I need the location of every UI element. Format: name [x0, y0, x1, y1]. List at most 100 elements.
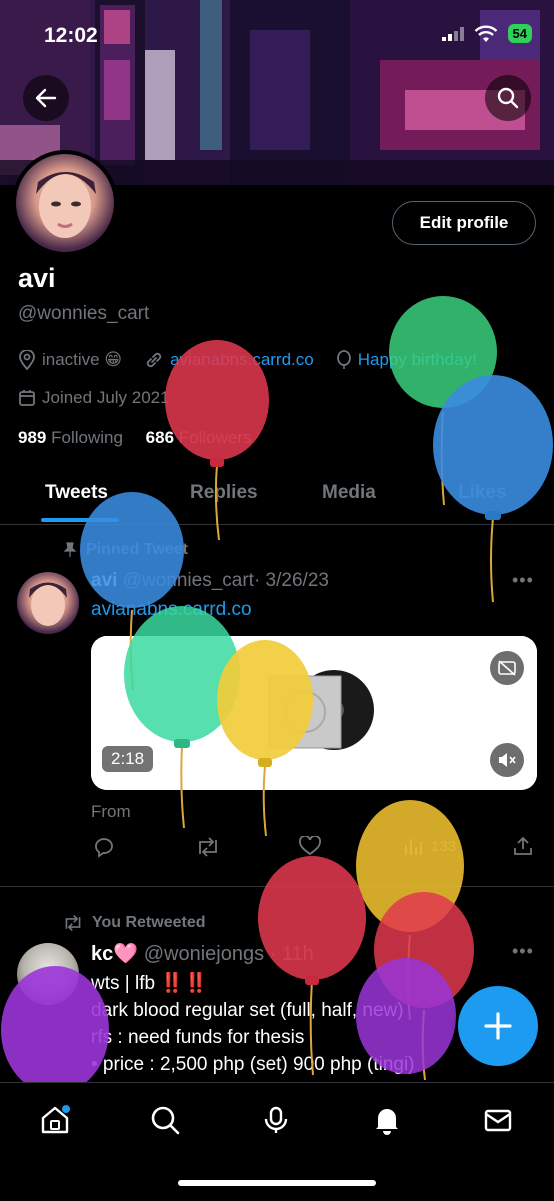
calendar-icon — [19, 390, 35, 406]
back-button[interactable] — [23, 75, 69, 121]
reply-icon — [95, 838, 113, 858]
location-pin-icon — [19, 350, 35, 370]
link-icon — [146, 352, 162, 368]
following-link[interactable]: 989 Following — [18, 428, 123, 447]
album-cover-image — [91, 636, 537, 790]
mute-button[interactable] — [490, 743, 524, 777]
retweet-line: rfs : need funds for thesis — [91, 1027, 305, 1048]
home-icon — [41, 1105, 70, 1134]
retweet-time[interactable]: · 11h — [270, 943, 314, 965]
retweet-line: wts | lfb ‼️‼️ — [91, 973, 208, 994]
search-icon — [497, 87, 519, 109]
edit-profile-button[interactable]: Edit profile — [392, 201, 536, 245]
retweet-author-avatar[interactable] — [17, 943, 79, 1005]
avatar-photo — [36, 172, 96, 238]
birthday-item: Happy birthday! — [336, 350, 477, 370]
retweet-body[interactable]: wts | lfb ‼️‼️ dark blood regular set (f… — [91, 970, 415, 1078]
website-item[interactable]: avianabns.carrd.co — [144, 350, 314, 370]
views-button[interactable]: 133 — [403, 836, 456, 856]
location-text: inactive 😁 — [42, 350, 123, 369]
video-duration: 2:18 — [102, 746, 154, 772]
nav-notifications[interactable] — [370, 1103, 404, 1137]
profile-avatar[interactable] — [12, 150, 118, 256]
following-count: 989 — [18, 428, 47, 447]
location-item: inactive 😁 — [18, 350, 122, 370]
retweet-author-name[interactable]: kc🩷 — [91, 943, 138, 965]
tab-tweets[interactable]: Tweets — [45, 482, 108, 504]
birthday-text: Happy birthday! — [357, 350, 477, 369]
back-arrow-icon — [35, 88, 57, 108]
share-icon — [514, 836, 532, 855]
header-search-button[interactable] — [485, 75, 531, 121]
tab-media[interactable]: Media — [322, 482, 376, 504]
joined-row: Joined July 2021 — [18, 388, 192, 408]
nav-home[interactable] — [38, 1103, 72, 1137]
profile-meta-row: inactive 😁 avianabns.carrd.co Happy birt… — [18, 350, 499, 370]
messages-icon — [484, 1109, 512, 1132]
compose-tweet-button[interactable] — [458, 986, 538, 1066]
tweet-actions: 133 — [91, 836, 537, 862]
active-tab-indicator — [41, 518, 119, 522]
tweet-more-button[interactable]: ••• — [512, 570, 534, 591]
tab-replies[interactable]: Replies — [190, 482, 258, 504]
tab-likes[interactable]: Likes — [458, 482, 507, 504]
heart-icon — [299, 836, 321, 856]
tweet-header: avi @wonnies_cart· 3/26/23 — [91, 570, 329, 592]
status-bar: 12:02 54 — [0, 22, 554, 52]
followers-link[interactable]: 686 Followers — [146, 428, 252, 447]
retweet-icon — [199, 837, 217, 857]
wifi-icon — [474, 25, 497, 42]
captions-button[interactable] — [490, 651, 524, 685]
followers-count: 686 — [145, 428, 175, 447]
profile-handle: @wonnies_cart — [18, 303, 150, 324]
pinned-tweet-context: Pinned Tweet — [62, 541, 188, 559]
cellular-signal-icon — [441, 26, 464, 41]
speaker-muted-icon — [499, 753, 516, 767]
followers-label: Followers — [178, 428, 252, 447]
captions-off-icon — [498, 660, 516, 676]
status-time: 12:02 — [44, 24, 98, 47]
profile-name: avi — [18, 263, 56, 293]
following-label: Following — [51, 428, 123, 447]
retweet-line: dark blood regular set (full, half, new) — [91, 1000, 404, 1021]
tweet-author-name[interactable]: avi — [91, 570, 117, 591]
video-source-label: From — [91, 802, 131, 821]
notifications-icon — [376, 1109, 398, 1135]
nav-search[interactable] — [148, 1103, 182, 1137]
tweet-avatar-photo — [29, 582, 67, 626]
retweet-context: You Retweeted — [62, 914, 206, 932]
retweeted-label: You Retweeted — [92, 914, 206, 931]
website-link[interactable]: avianabns.carrd.co — [170, 350, 314, 370]
retweet-line: • price : 2,500 php (set) 900 php (tingi… — [91, 1054, 415, 1075]
retweet-more-button[interactable]: ••• — [512, 941, 534, 962]
compose-plus-icon — [484, 1012, 512, 1040]
nav-spaces[interactable] — [259, 1103, 293, 1137]
joined-item: Joined July 2021 — [18, 388, 170, 408]
tweet-date[interactable]: · 3/26/23 — [254, 570, 329, 591]
follow-counts: 989 Following 686 Followers — [18, 428, 252, 448]
tweet-author-handle[interactable]: @wonnies_cart — [123, 570, 254, 591]
reply-button[interactable] — [93, 836, 115, 858]
tweet-avatar[interactable] — [17, 572, 79, 634]
spaces-icon — [264, 1106, 288, 1133]
balloon-icon — [336, 350, 351, 369]
pin-icon — [63, 542, 77, 557]
tweet-link[interactable]: avianabns.carrd.co — [91, 599, 252, 621]
search-icon — [151, 1106, 180, 1135]
tweet-divider — [0, 886, 554, 887]
view-count: 133 — [431, 837, 457, 855]
retweet-button[interactable] — [195, 836, 221, 858]
joined-text: Joined July 2021 — [42, 388, 170, 407]
home-indicator — [178, 1180, 376, 1186]
share-button[interactable] — [513, 836, 533, 856]
retweet-small-icon — [65, 915, 81, 931]
profile-tabs: Tweets Replies Media Likes — [0, 470, 554, 525]
analytics-icon — [405, 839, 422, 855]
battery-indicator: 54 — [507, 24, 532, 43]
retweet-header: kc🩷 @woniejongs · 11h — [91, 941, 314, 966]
nav-messages[interactable] — [481, 1103, 515, 1137]
pinned-label: Pinned Tweet — [86, 541, 188, 558]
video-player[interactable]: 2:18 — [91, 636, 537, 790]
like-button[interactable] — [299, 836, 321, 856]
retweet-author-handle[interactable]: @woniejongs — [144, 943, 264, 965]
